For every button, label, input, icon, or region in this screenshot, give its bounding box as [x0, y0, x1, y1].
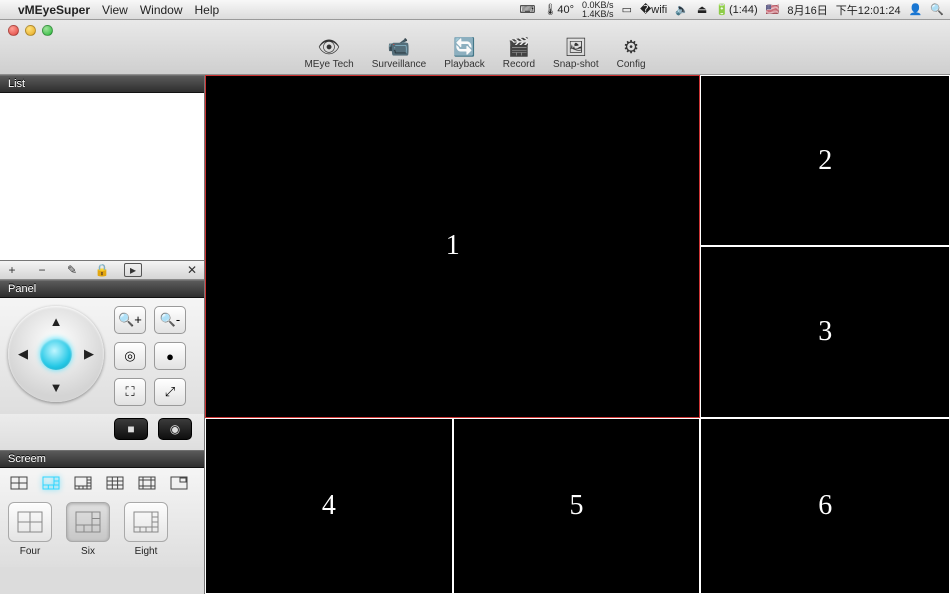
ptz-down-button[interactable]: ▼: [47, 378, 65, 396]
layout-label: Six: [81, 546, 95, 557]
close-list-button[interactable]: ✕: [184, 263, 200, 277]
zoom-in-icon: 🔍+: [118, 312, 142, 328]
focus-far-button[interactable]: ⤢: [154, 378, 186, 406]
focus-near-icon: ⛶: [125, 384, 134, 400]
window-zoom-button[interactable]: [42, 25, 53, 36]
layout-4-button[interactable]: [8, 474, 30, 492]
record-button[interactable]: ■: [114, 418, 148, 440]
iris-open-icon: ◎: [124, 348, 135, 364]
ptz-left-button[interactable]: ◀: [14, 345, 32, 363]
window-minimize-button[interactable]: [25, 25, 36, 36]
battery-icon[interactable]: 🔋(1:44): [715, 3, 757, 16]
video-cell-2[interactable]: 2: [700, 75, 950, 246]
zoom-out-button[interactable]: 🔍-: [154, 306, 186, 334]
user-icon[interactable]: 👤: [909, 3, 923, 16]
app-name[interactable]: vMEyeSuper: [18, 3, 90, 17]
playback-icon: 🔄: [451, 35, 479, 59]
window-close-button[interactable]: [8, 25, 19, 36]
video-grid: 1 2 3 4 5 6: [205, 75, 950, 594]
list-section-header: List: [0, 75, 204, 93]
toolbar-meye-tech[interactable]: 👁 MEye Tech: [304, 35, 353, 70]
toolbar-surveillance[interactable]: 📹 Surveillance: [372, 35, 426, 70]
layout-pip-button[interactable]: [168, 474, 190, 492]
iris-open-button[interactable]: ◎: [114, 342, 146, 370]
window-titlebar: 👁 MEye Tech 📹 Surveillance 🔄 Playback 🎬 …: [0, 20, 950, 75]
remove-button[interactable]: −: [34, 263, 50, 277]
layout-8-button[interactable]: [72, 474, 94, 492]
device-list[interactable]: [0, 93, 204, 261]
layout-six-button[interactable]: Six: [66, 502, 110, 557]
zoom-in-button[interactable]: 🔍+: [114, 306, 146, 334]
eject-icon[interactable]: ⏏: [697, 3, 707, 16]
snapshot-button[interactable]: ◉: [158, 418, 192, 440]
toolbar-label: Snap-shot: [553, 59, 599, 70]
wifi-icon[interactable]: �wifi: [640, 3, 667, 16]
gear-icon: ⚙: [617, 35, 645, 59]
ptz-right-button[interactable]: ▶: [80, 345, 98, 363]
focus-near-button[interactable]: ⛶: [114, 378, 146, 406]
video-cell-6[interactable]: 6: [700, 418, 950, 594]
display-menu-icon[interactable]: ▭: [622, 3, 632, 16]
iris-close-icon: ●: [166, 349, 174, 364]
lock-button[interactable]: 🔒: [94, 263, 110, 277]
volume-icon[interactable]: 🔈: [675, 3, 689, 16]
status-time: 下午12:01:24: [836, 2, 901, 18]
ptz-up-button[interactable]: ▲: [47, 312, 65, 330]
layout-label: Four: [20, 546, 41, 557]
layout-13-button[interactable]: [136, 474, 158, 492]
focus-far-icon: ⤢: [165, 384, 175, 400]
toolbar-config[interactable]: ⚙ Config: [617, 35, 646, 70]
status-date: 8月16日: [787, 2, 827, 18]
spotlight-icon[interactable]: 🔍: [930, 3, 944, 16]
toolbar-label: Surveillance: [372, 59, 426, 70]
layout-label: Eight: [135, 546, 158, 557]
add-button[interactable]: +: [4, 263, 20, 277]
menu-help[interactable]: Help: [195, 3, 220, 17]
camera-icon: ◉: [170, 422, 180, 436]
ptz-dial: ▲ ▼ ◀ ▶: [8, 306, 104, 402]
menu-view[interactable]: View: [102, 3, 128, 17]
mac-menubar: vMEyeSuper View Window Help ⌨ 🌡40° 0.0KB…: [0, 0, 950, 20]
toolbar-record[interactable]: 🎬 Record: [503, 35, 535, 70]
iris-close-button[interactable]: ●: [154, 342, 186, 370]
main-toolbar: 👁 MEye Tech 📹 Surveillance 🔄 Playback 🎬 …: [0, 20, 950, 74]
panel-section-header: Panel: [0, 280, 204, 298]
play-button[interactable]: ▸: [124, 263, 142, 277]
toolbar-label: MEye Tech: [304, 59, 353, 70]
list-toolbar: + − ✎ 🔒 ▸ ✕: [0, 261, 204, 280]
layout-four-button[interactable]: Four: [8, 502, 52, 557]
toolbar-snapshot[interactable]: 🖼 Snap-shot: [553, 35, 599, 70]
ptz-center-button[interactable]: [40, 338, 72, 370]
record-icon: 🎬: [505, 35, 533, 59]
zoom-out-icon: 🔍-: [160, 312, 181, 328]
layout-eight-button[interactable]: Eight: [124, 502, 168, 557]
eye-icon: 👁: [315, 35, 343, 59]
keyboard-input-icon[interactable]: ⌨: [520, 3, 536, 16]
sidebar: List + − ✎ 🔒 ▸ ✕ Panel ▲ ▼ ◀ ▶ 🔍+ �: [0, 75, 205, 594]
screen-section-header: Screem: [0, 450, 204, 468]
toolbar-playback[interactable]: 🔄 Playback: [444, 35, 485, 70]
snapshot-icon: 🖼: [562, 35, 590, 59]
menu-window[interactable]: Window: [140, 3, 183, 17]
toolbar-label: Playback: [444, 59, 485, 70]
video-cell-1[interactable]: 1: [205, 75, 700, 418]
toolbar-label: Record: [503, 59, 535, 70]
flag-us-icon[interactable]: 🇺🇸: [766, 3, 780, 16]
layout-9-button[interactable]: [104, 474, 126, 492]
video-cell-4[interactable]: 4: [205, 418, 453, 594]
videocam-icon: ■: [127, 422, 134, 436]
toolbar-label: Config: [617, 59, 646, 70]
status-temp: 🌡40°: [543, 3, 574, 16]
layout-6-button[interactable]: [40, 474, 62, 492]
video-cell-3[interactable]: 3: [700, 246, 950, 417]
edit-button[interactable]: ✎: [64, 263, 80, 277]
status-net: 0.0KB/s1.4KB/s: [582, 1, 614, 19]
camera-icon: 📹: [385, 35, 413, 59]
video-cell-5[interactable]: 5: [453, 418, 701, 594]
